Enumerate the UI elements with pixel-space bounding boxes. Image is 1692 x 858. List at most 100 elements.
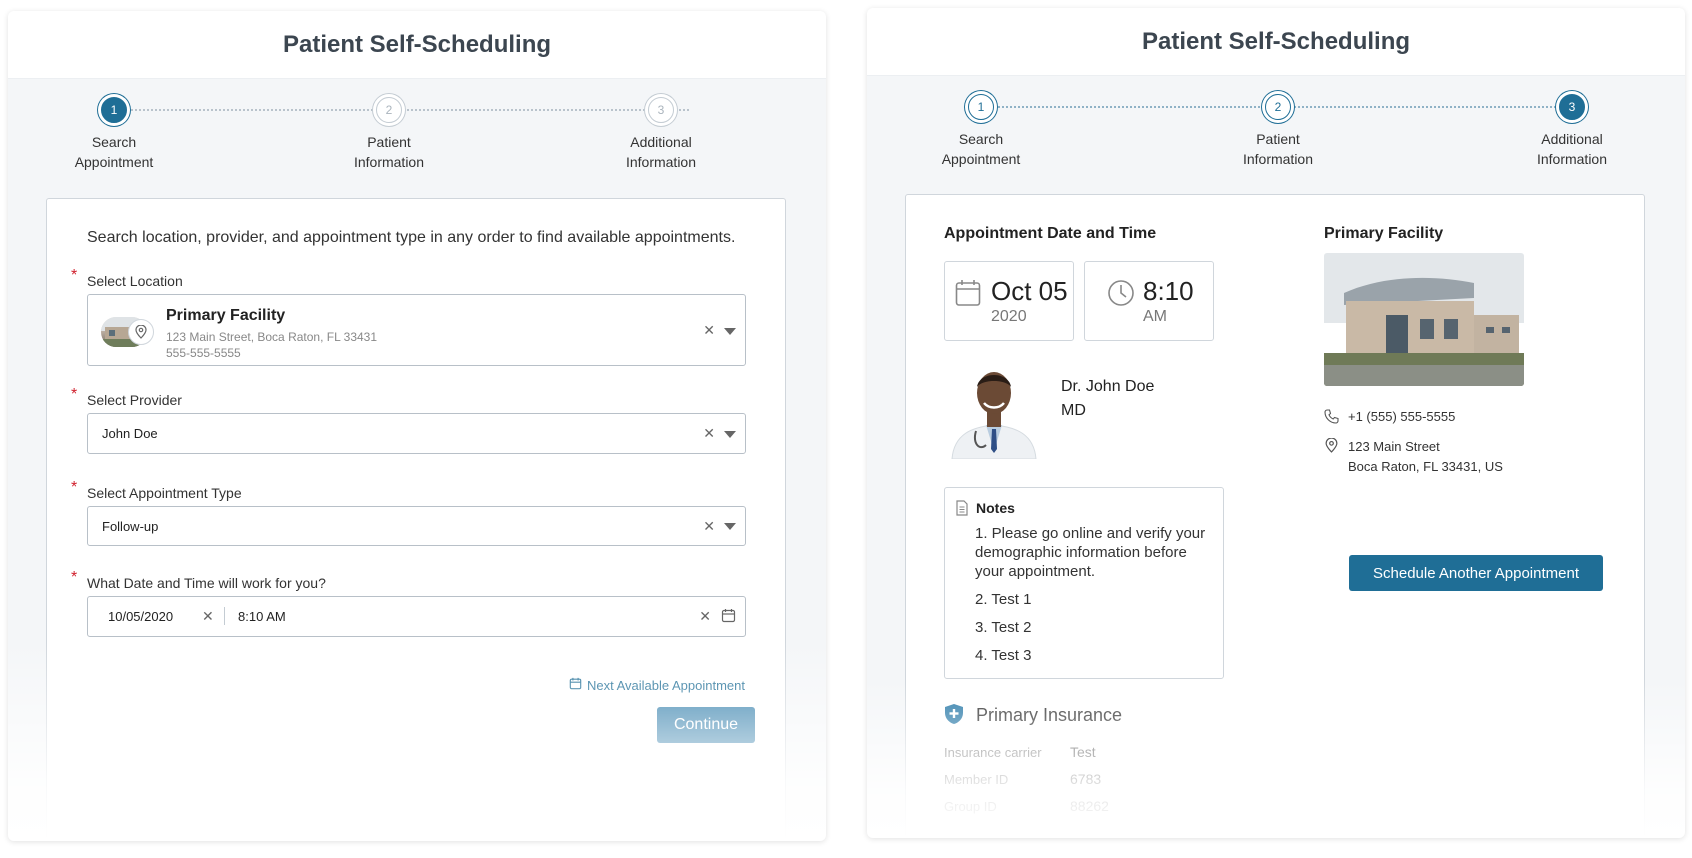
provider-credential: MD — [1061, 402, 1086, 419]
shield-icon — [944, 703, 964, 730]
member-id-label: Member ID — [944, 772, 1009, 787]
group-id-value: 88262 — [1070, 798, 1109, 814]
clear-provider-icon[interactable]: ✕ — [703, 425, 715, 442]
appointment-date: Oct 05 — [991, 276, 1068, 306]
date-card: Oct 05 2020 — [944, 261, 1074, 341]
clear-location-icon[interactable]: ✕ — [703, 322, 715, 339]
appointment-type-select[interactable]: Follow-up ✕ — [87, 506, 746, 546]
facility-photo — [1324, 253, 1524, 386]
appointment-period: AM — [1143, 308, 1167, 325]
clear-date-icon[interactable]: ✕ — [202, 608, 214, 625]
chevron-down-icon[interactable] — [724, 431, 736, 438]
location-pin-icon — [128, 319, 154, 345]
step-additional-information[interactable]: 3 Additional Information — [596, 97, 726, 172]
step-number: 3 — [648, 97, 674, 123]
step-label: Additional Information — [1536, 131, 1608, 167]
calendar-icon — [955, 279, 981, 312]
step-patient-information[interactable]: 2 Patient Information — [324, 97, 454, 172]
provider-value: John Doe — [102, 426, 158, 441]
step-number: 2 — [1265, 94, 1291, 120]
stepper: 1 Search Appointment 2 Patient Informati… — [8, 79, 826, 191]
address-line: 123 Main Street — [1348, 439, 1440, 454]
step-search-appointment[interactable]: 1 Search Appointment — [49, 97, 179, 172]
insurance-carrier-label: Insurance carrier — [944, 745, 1042, 760]
step-label: Search Appointment — [941, 131, 1021, 167]
confirmation-panel: Appointment Date and Time Oct 05 2020 8:… — [905, 194, 1645, 838]
step-additional-information[interactable]: 3 Additional Information — [1507, 94, 1637, 169]
note-item: 4. Test 3 — [975, 647, 1032, 664]
appointment-heading: Appointment Date and Time — [944, 225, 1157, 242]
date-field[interactable]: 10/05/2020 — [108, 609, 173, 624]
document-icon — [955, 500, 969, 521]
location-label: * Select Location — [71, 267, 183, 289]
facility-address: 123 Main Street Boca Raton, FL 33431, US — [1348, 437, 1503, 477]
schedule-another-button[interactable]: Schedule Another Appointment — [1349, 555, 1603, 591]
datetime-input[interactable]: 10/05/2020 ✕ 8:10 AM ✕ — [87, 596, 746, 637]
stepper: 1 Search Appointment 2 Patient Informati… — [867, 76, 1685, 188]
appointment-type-value: Follow-up — [102, 519, 159, 534]
step-label: Patient Information — [353, 134, 425, 170]
member-id-value: 6783 — [1070, 771, 1102, 787]
provider-label: * Select Provider — [71, 386, 182, 408]
note-item: 3. Test 2 — [975, 619, 1032, 636]
calendar-icon[interactable] — [721, 608, 736, 628]
time-card: 8:10 AM — [1084, 261, 1214, 341]
provider-select[interactable]: John Doe ✕ — [87, 413, 746, 454]
chevron-down-icon[interactable] — [724, 523, 736, 530]
appointment-time: 8:10 — [1143, 276, 1194, 306]
search-form-panel: Search location, provider, and appointme… — [46, 198, 786, 841]
appointment-year: 2020 — [991, 308, 1027, 325]
location-address: 123 Main Street, Boca Raton, FL 33431 — [166, 330, 378, 344]
group-id-label: Group ID — [944, 799, 997, 814]
clear-appointment-type-icon[interactable]: ✕ — [703, 518, 715, 535]
confirmation-card: Patient Self-Scheduling 1 Search Appoint… — [867, 8, 1685, 838]
search-appointment-card: Patient Self-Scheduling 1 Search Appoint… — [8, 11, 826, 841]
required-asterisk: * — [71, 267, 78, 284]
step-number: 2 — [376, 97, 402, 123]
calendar-icon — [569, 677, 582, 693]
insurance-carrier-value: Test — [1070, 744, 1096, 760]
required-asterisk: * — [71, 479, 78, 496]
step-label: Patient Information — [1242, 131, 1314, 167]
facility-heading: Primary Facility — [1324, 225, 1444, 242]
insurance-title: Primary Insurance — [976, 705, 1123, 725]
note-item: 1. Please go online and verify your demo… — [975, 525, 1206, 580]
step-number: 1 — [101, 97, 127, 123]
datetime-label: * What Date and Time will work for you? — [71, 569, 326, 591]
facility-phone: +1 (555) 555-5555 — [1348, 409, 1456, 424]
step-search-appointment[interactable]: 1 Search Appointment — [916, 94, 1046, 169]
address-line: Boca Raton, FL 33431, US — [1348, 459, 1503, 474]
next-available-link[interactable]: Next Available Appointment — [569, 677, 745, 693]
phone-icon — [1324, 409, 1339, 429]
page-title: Patient Self-Scheduling — [282, 30, 552, 58]
appointment-type-label: * Select Appointment Type — [71, 479, 242, 501]
intro-text: Search location, provider, and appointme… — [87, 229, 736, 246]
time-field[interactable]: 8:10 AM — [238, 609, 286, 624]
card-header: Patient Self-Scheduling — [8, 11, 826, 79]
clear-time-icon[interactable]: ✕ — [699, 608, 711, 625]
note-item: 2. Test 1 — [975, 591, 1032, 608]
location-pin-icon — [1325, 437, 1338, 458]
provider-avatar — [944, 359, 1044, 459]
location-name: Primary Facility — [166, 307, 286, 324]
step-number: 3 — [1559, 94, 1585, 120]
location-select[interactable]: Primary Facility 123 Main Street, Boca R… — [87, 294, 746, 366]
step-label: Search Appointment — [74, 134, 154, 170]
step-number: 1 — [968, 94, 994, 120]
required-asterisk: * — [71, 569, 78, 586]
notes-list: 1. Please go online and verify your demo… — [975, 524, 1220, 674]
continue-button[interactable]: Continue — [657, 707, 755, 743]
step-patient-information[interactable]: 2 Patient Information — [1213, 94, 1343, 169]
clock-icon — [1107, 279, 1135, 312]
divider — [224, 607, 225, 625]
card-header: Patient Self-Scheduling — [867, 8, 1685, 76]
required-asterisk: * — [71, 386, 78, 403]
location-phone: 555-555-5555 — [166, 346, 241, 360]
provider-name: Dr. John Doe — [1061, 378, 1155, 395]
next-available-label: Next Available Appointment — [586, 677, 745, 693]
notes-panel: Notes 1. Please go online and verify you… — [944, 487, 1224, 679]
provider-info: Dr. John Doe MD — [1061, 375, 1154, 423]
notes-title: Notes — [976, 500, 1015, 516]
page-title: Patient Self-Scheduling — [1141, 27, 1411, 55]
chevron-down-icon[interactable] — [724, 328, 736, 335]
